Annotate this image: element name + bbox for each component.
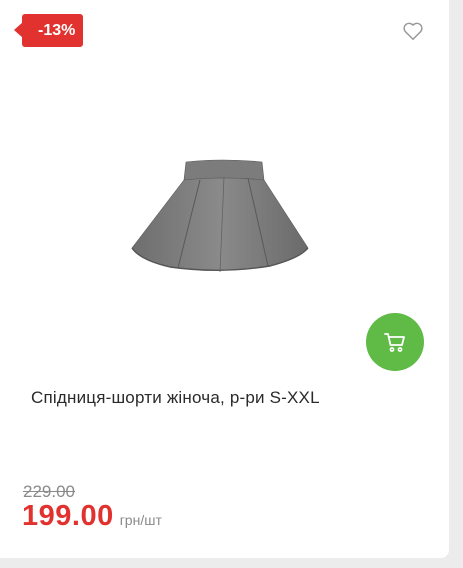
discount-badge: -13% xyxy=(13,14,84,47)
cart-icon xyxy=(384,333,405,352)
product-card: -13% Спідниця-шорти жіноча, р-ри S-XXL 2… xyxy=(0,0,449,558)
product-title[interactable]: Спідниця-шорти жіноча, р-ри S-XXL xyxy=(31,388,431,408)
price-row: 199.00 грн/шт xyxy=(22,500,162,533)
old-price: 229.00 xyxy=(23,482,75,501)
current-price: 199.00 xyxy=(22,500,114,532)
price-unit: грн/шт xyxy=(119,512,162,528)
heart-icon xyxy=(403,22,423,40)
skirt-image xyxy=(131,159,309,273)
wishlist-button[interactable] xyxy=(402,20,424,42)
product-image[interactable] xyxy=(120,150,320,275)
add-to-cart-button[interactable] xyxy=(366,313,424,371)
